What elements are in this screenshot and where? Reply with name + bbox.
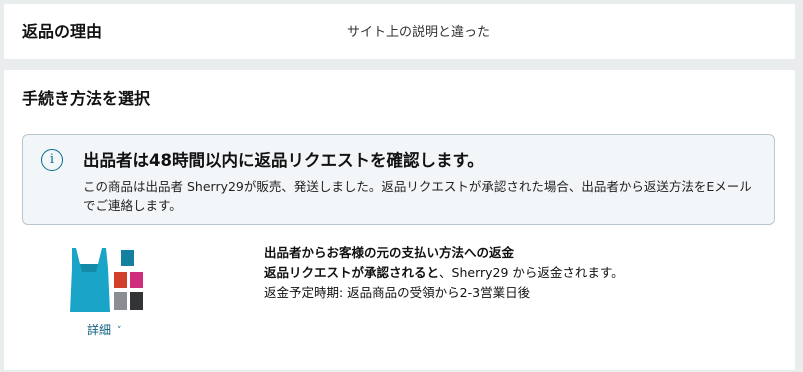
- details-toggle[interactable]: 詳細 ˅: [87, 321, 122, 338]
- info-icon: i: [41, 149, 63, 171]
- chevron-down-icon: ˅: [117, 326, 122, 336]
- refund-info: 出品者からお客様の元の支払い方法への返金 返品リクエストが承認されると、Sher…: [264, 243, 624, 303]
- info-body: この商品は出品者 Sherry29が販売、発送しました。返品リクエストが承認され…: [83, 179, 752, 213]
- return-reason-title: 返品の理由: [22, 22, 103, 41]
- refund-approval-line: 返品リクエストが承認されると、Sherry29 から返金されます。: [264, 265, 624, 280]
- refund-timing-line: 返金予定時期: 返品商品の受領から2-3営業日後: [264, 285, 531, 300]
- refund-method-line: 出品者からお客様の元の支払い方法への返金: [264, 245, 515, 260]
- return-reason-card: 返品の理由 サイト上の説明と違った: [4, 4, 795, 59]
- seller-review-info-box: i 出品者は48時間以内に返品リクエストを確認します。 この商品は出品者 She…: [22, 134, 775, 225]
- return-method-card: 手続き方法を選択 i 出品者は48時間以内に返品リクエストを確認します。 この商…: [4, 70, 795, 370]
- details-label: 詳細: [87, 323, 112, 337]
- info-heading: 出品者は48時間以内に返品リクエストを確認します。: [83, 151, 484, 170]
- return-reason-value: サイト上の説明と違った: [347, 25, 491, 40]
- product-image: [66, 242, 150, 317]
- return-method-title: 手続き方法を選択: [22, 89, 151, 108]
